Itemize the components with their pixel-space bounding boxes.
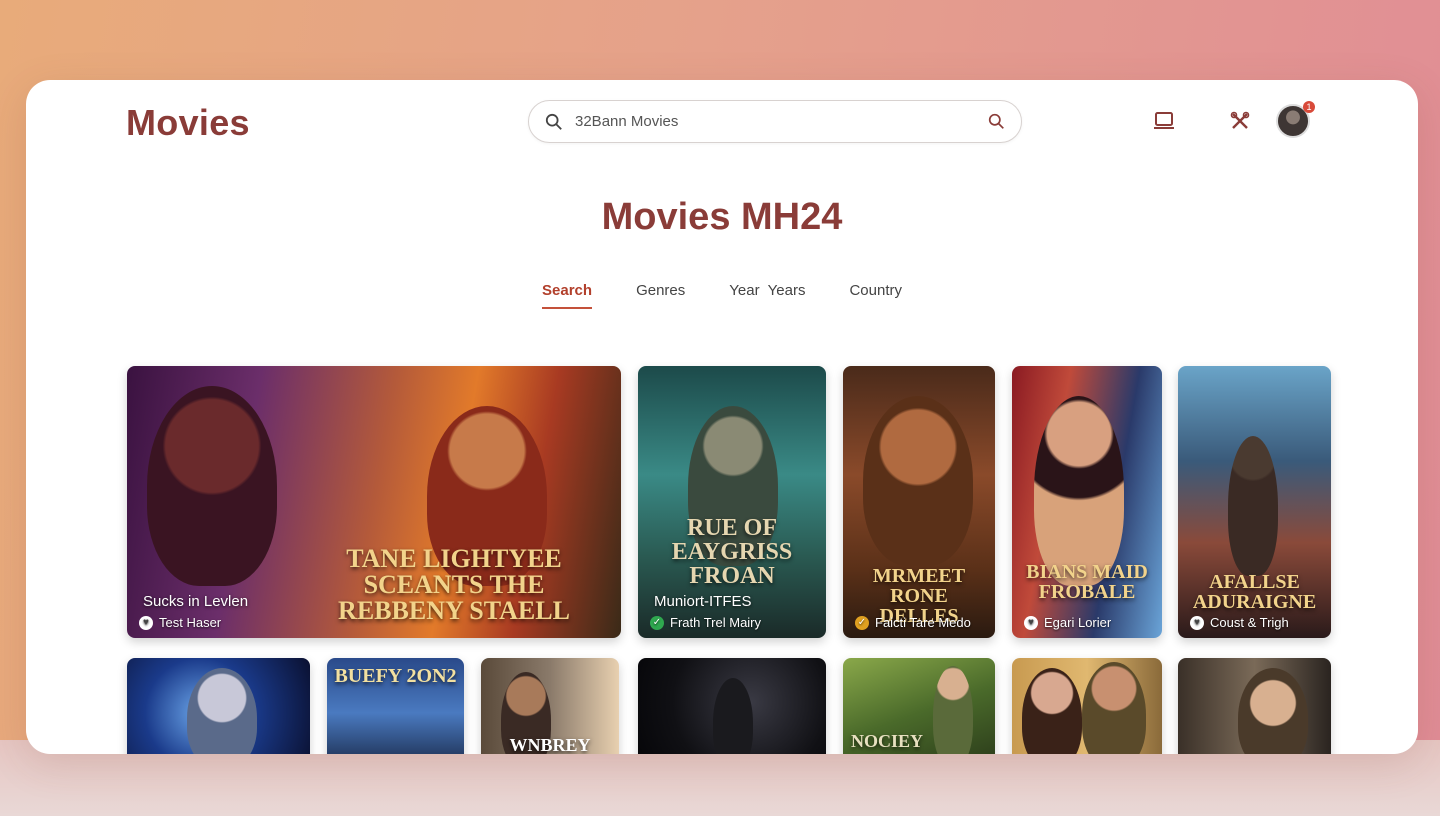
heart-icon: ♥ bbox=[139, 615, 153, 630]
poster-subtitle: Sucks in Levlen bbox=[143, 593, 249, 610]
poster-caption: ✓ Faicti Tare Medo bbox=[855, 615, 971, 630]
poster-title: AFALLSE ADURAIGNE bbox=[1192, 571, 1317, 613]
check-icon: ✓ bbox=[855, 615, 869, 630]
search-icon bbox=[545, 113, 562, 130]
poster-figure bbox=[1228, 436, 1278, 576]
poster-caption: ♥ Coust & Trigh bbox=[1190, 615, 1289, 630]
tab-years[interactable]: Year Years bbox=[729, 282, 805, 309]
poster-subtitle: Muniort-ITFES bbox=[654, 593, 752, 610]
page-title: Movies MH24 bbox=[601, 196, 843, 238]
poster-figure bbox=[187, 668, 257, 754]
poster-figure bbox=[1022, 668, 1082, 754]
tab-country[interactable]: Country bbox=[849, 282, 902, 309]
poster-title: BUEFY 2ON2 bbox=[334, 665, 457, 687]
poster-title: TANE LIGHTYEE SCEANTS THE REBBENY STAELL bbox=[338, 544, 570, 625]
movie-card[interactable]: BUEFY 2ON2 bbox=[327, 658, 464, 754]
poster-figure bbox=[863, 396, 973, 566]
app-window: Movies 1 Movies MH24 Search Genres Year … bbox=[26, 80, 1418, 754]
poster-caption-text: Egari Lorier bbox=[1044, 615, 1112, 630]
poster-figure bbox=[147, 386, 277, 586]
poster-figure bbox=[713, 678, 753, 754]
poster-figure bbox=[1238, 668, 1308, 754]
movie-card[interactable]: RUE OF EAYGRISS FROAN Muniort-ITFES ✓ Fr… bbox=[638, 366, 826, 638]
heart-icon: ♥ bbox=[1190, 615, 1204, 630]
search-submit-icon[interactable] bbox=[988, 113, 1005, 130]
movie-card[interactable] bbox=[638, 658, 826, 754]
tab-bar: Search Genres Year Years Country bbox=[26, 282, 1418, 309]
search-bar[interactable] bbox=[528, 100, 1022, 143]
poster-caption-text: Faicti Tare Medo bbox=[875, 615, 971, 630]
poster-caption-text: Test Haser bbox=[159, 615, 222, 630]
movie-card[interactable]: AFALLSE ADURAIGNE ♥ Coust & Trigh bbox=[1178, 366, 1331, 638]
poster-title: RUE OF EAYGRISS FROAN bbox=[671, 515, 793, 589]
movie-card[interactable] bbox=[1012, 658, 1162, 754]
laptop-icon[interactable] bbox=[1151, 108, 1177, 134]
poster-caption: ♥ Egari Lorier bbox=[1024, 615, 1111, 630]
featured-movie-card[interactable]: TANE LIGHTYEE SCEANTS THE REBBENY STAELL… bbox=[127, 366, 621, 638]
movie-card[interactable]: BIANS MAID FROBALE ♥ Egari Lorier bbox=[1012, 366, 1162, 638]
poster-figure bbox=[1082, 662, 1146, 754]
movie-card[interactable]: NOCIEY bbox=[843, 658, 995, 754]
poster-figure bbox=[1034, 396, 1124, 586]
movie-card[interactable]: WNBREY bbox=[481, 658, 619, 754]
tab-search[interactable]: Search bbox=[542, 282, 593, 309]
check-icon: ✓ bbox=[650, 615, 664, 630]
poster-caption-text: Frath Trel Mairy bbox=[670, 615, 762, 630]
poster-title: WNBREY bbox=[509, 735, 591, 754]
heart-icon: ♥ bbox=[1024, 615, 1038, 630]
search-input[interactable] bbox=[575, 113, 988, 130]
movie-card[interactable] bbox=[127, 658, 310, 754]
movie-card[interactable]: MRMEET RONE DELLES ✓ Faicti Tare Medo bbox=[843, 366, 995, 638]
movie-card[interactable] bbox=[1178, 658, 1331, 754]
brand-logo[interactable]: Movies bbox=[126, 102, 250, 144]
poster-caption-text: Coust & Trigh bbox=[1210, 615, 1289, 630]
poster-caption: ✓ Frath Trel Mairy bbox=[650, 615, 761, 630]
tab-genres[interactable]: Genres bbox=[636, 282, 685, 309]
poster-title: NOCIEY bbox=[851, 731, 924, 751]
poster-title: BIANS MAID FROBALE bbox=[1026, 561, 1148, 603]
poster-caption: ♥ Test Haser bbox=[139, 615, 221, 630]
notification-badge: 1 bbox=[1303, 101, 1315, 113]
tools-icon[interactable] bbox=[1227, 108, 1253, 134]
